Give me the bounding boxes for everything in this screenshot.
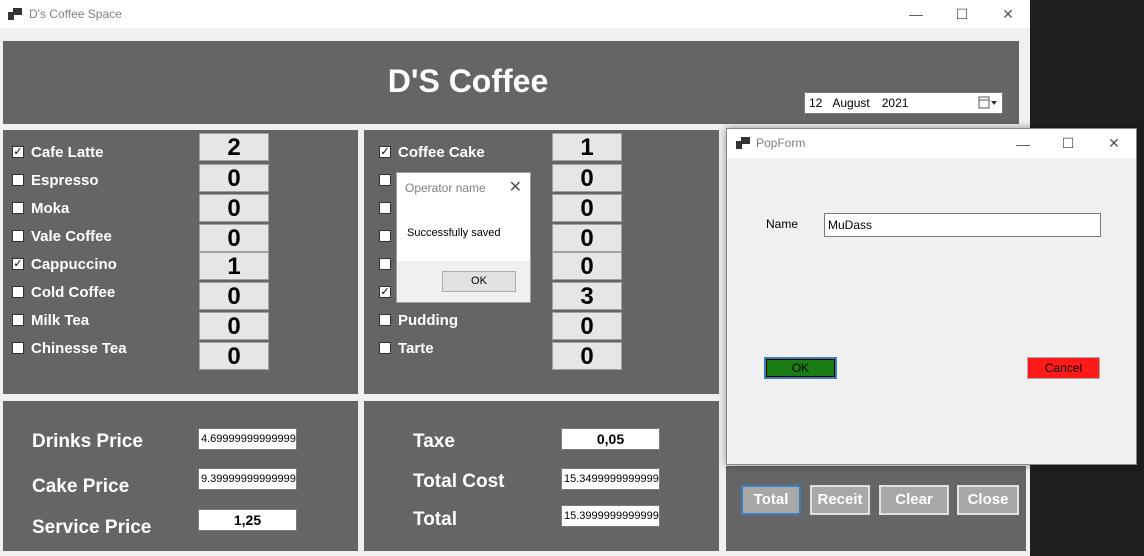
quantity-field[interactable]: 0	[199, 194, 269, 222]
quantity-field[interactable]: 0	[199, 342, 269, 370]
popform-ok-button[interactable]: OK	[764, 357, 837, 379]
total-cost-field[interactable]: 15.3499999999999	[561, 468, 660, 490]
cake-item[interactable]: ✓ Coffee Cake	[379, 141, 485, 163]
item-label: Coffee Cake	[398, 143, 485, 161]
clear-button[interactable]: Clear	[879, 485, 949, 515]
checkbox[interactable]: ✓	[379, 146, 391, 158]
cake-price-label: Cake Price	[32, 476, 130, 497]
app-icon	[8, 8, 22, 20]
item-label: Cappuccino	[31, 255, 117, 273]
checkbox[interactable]	[12, 286, 24, 298]
date-picker[interactable]: 12 August 2021	[804, 92, 1003, 114]
date-day[interactable]: 12	[809, 96, 822, 110]
item-label: Pudding	[398, 311, 458, 329]
window-title: D's Coffee Space	[29, 7, 122, 21]
total-field[interactable]: 15.3999999999999	[561, 505, 660, 527]
total-button[interactable]: Total	[741, 485, 801, 515]
popform-cancel-button[interactable]: Cancel	[1027, 357, 1100, 379]
minimize-icon[interactable]: —	[1000, 129, 1046, 158]
checkbox[interactable]: ✓	[12, 258, 24, 270]
drinks-price-label: Drinks Price	[32, 431, 143, 452]
close-icon[interactable]: ✕	[985, 0, 1031, 28]
quantity-field[interactable]: 1	[552, 133, 622, 161]
minimize-icon[interactable]: —	[893, 0, 939, 28]
quantity-field[interactable]: 0	[552, 194, 622, 222]
quantity-field[interactable]: 0	[199, 164, 269, 192]
checkbox[interactable]	[12, 174, 24, 186]
checkbox[interactable]: ✓	[379, 286, 391, 298]
checkbox[interactable]	[379, 174, 391, 186]
close-icon[interactable]: ✕	[509, 177, 522, 197]
quantity-field[interactable]: 0	[552, 252, 622, 280]
quantity-field[interactable]: 0	[552, 224, 622, 252]
calendar-dropdown-icon[interactable]	[978, 96, 998, 110]
checkbox[interactable]	[12, 230, 24, 242]
popform-title: PopForm	[756, 136, 806, 150]
page-title: D'S Coffee	[387, 63, 549, 99]
quantity-field[interactable]: 0	[552, 164, 622, 192]
cake-item[interactable]: Pudding	[379, 309, 458, 331]
item-label: Milk Tea	[31, 311, 90, 329]
checkbox[interactable]	[379, 202, 391, 214]
message-box-footer: OK	[397, 261, 530, 302]
item-label: Cafe Latte	[31, 143, 104, 161]
popform-title-bar: PopForm — ☐ ✕	[727, 129, 1136, 158]
item-label: Cold Coffee	[31, 283, 116, 301]
quantity-field[interactable]: 2	[199, 133, 269, 161]
item-label: Moka	[31, 199, 70, 217]
checkbox[interactable]	[379, 314, 391, 326]
ok-button[interactable]: OK	[442, 271, 516, 292]
total-cost-label: Total Cost	[413, 471, 505, 492]
checkbox[interactable]	[12, 314, 24, 326]
drink-item[interactable]: Vale Coffee	[12, 225, 112, 247]
popform-window: PopForm — ☐ ✕ Name MuDass OK Cancel	[726, 128, 1137, 465]
drink-item[interactable]: Cold Coffee	[12, 281, 115, 303]
quantity-field[interactable]: 1	[199, 252, 269, 280]
service-price-label: Service Price	[32, 517, 152, 538]
drink-item[interactable]: ✓ Cafe Latte	[12, 141, 104, 163]
cake-price-field[interactable]: 9.39999999999999	[198, 468, 297, 490]
drink-item[interactable]: Moka	[12, 197, 69, 219]
service-price-field[interactable]: 1,25	[198, 509, 297, 531]
checkbox[interactable]	[379, 342, 391, 354]
drink-item[interactable]: Milk Tea	[12, 309, 89, 331]
item-label: Chinesse Tea	[31, 339, 127, 357]
tax-field[interactable]: 0,05	[561, 428, 660, 450]
checkbox[interactable]	[379, 230, 391, 242]
date-year[interactable]: 2021	[882, 96, 909, 110]
date-month[interactable]: August	[832, 96, 869, 110]
maximize-icon[interactable]: ☐	[1045, 129, 1091, 158]
title-bar: D's Coffee Space — ☐ ✕	[0, 0, 1030, 28]
tax-label: Taxe	[413, 431, 455, 452]
item-label: Tarte	[398, 339, 434, 357]
item-label: Espresso	[31, 171, 99, 189]
quantity-field[interactable]: 0	[199, 282, 269, 310]
checkbox[interactable]	[12, 342, 24, 354]
quantity-field[interactable]: 3	[552, 282, 622, 310]
drink-item[interactable]: Espresso	[12, 169, 99, 191]
quantity-field[interactable]: 0	[199, 312, 269, 340]
quantity-field[interactable]: 0	[552, 342, 622, 370]
cake-item[interactable]: Tarte	[379, 337, 434, 359]
message-box-title: Operator name	[405, 181, 486, 195]
quantity-field[interactable]: 0	[199, 224, 269, 252]
item-label: Vale Coffee	[31, 227, 112, 245]
checkbox[interactable]	[12, 202, 24, 214]
app-icon	[736, 137, 750, 149]
checkbox[interactable]	[379, 258, 391, 270]
close-icon[interactable]: ✕	[1091, 129, 1137, 158]
name-label: Name	[766, 217, 799, 231]
drink-item[interactable]: ✓ Cappuccino	[12, 253, 117, 275]
close-button[interactable]: Close	[957, 485, 1019, 515]
total-label: Total	[413, 509, 457, 530]
message-box: Operator name ✕ Successfully saved OK	[396, 172, 531, 303]
message-text: Successfully saved	[407, 227, 501, 239]
drink-item[interactable]: Chinesse Tea	[12, 337, 127, 359]
receipt-button[interactable]: Receit	[810, 485, 870, 515]
name-input[interactable]: MuDass	[824, 213, 1101, 237]
drinks-price-field[interactable]: 4.69999999999999	[198, 428, 297, 450]
quantity-field[interactable]: 0	[552, 312, 622, 340]
maximize-icon[interactable]: ☐	[939, 0, 985, 28]
checkbox[interactable]: ✓	[12, 146, 24, 158]
